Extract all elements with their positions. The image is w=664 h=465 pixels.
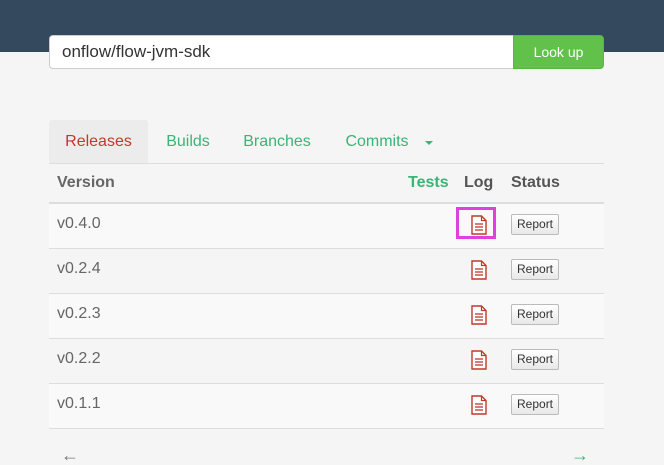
document-icon[interactable]	[471, 305, 487, 325]
tab-commits[interactable]: Commits	[339, 120, 415, 163]
report-button[interactable]: Report	[511, 304, 560, 325]
document-icon[interactable]	[471, 395, 487, 415]
document-icon[interactable]	[471, 350, 487, 370]
report-button[interactable]: Report	[511, 259, 560, 280]
tab-branches[interactable]: Branches	[237, 120, 317, 163]
table-row: v0.2.2 Report	[49, 339, 604, 384]
table-row: v0.4.0 Report	[49, 204, 604, 249]
release-version: v0.2.2	[57, 350, 101, 367]
table-row: v0.1.1 Report	[49, 384, 604, 429]
look-up-button[interactable]: Look up	[513, 35, 604, 69]
tab-bar: Releases Builds Branches Commits	[49, 120, 604, 164]
report-button[interactable]: Report	[511, 214, 560, 235]
chevron-down-icon[interactable]	[425, 141, 433, 145]
document-icon[interactable]	[471, 215, 487, 235]
table-row: v0.2.4 Report	[49, 249, 604, 294]
next-page-arrow-icon[interactable]: →	[571, 446, 589, 464]
table-header: Version Tests Log Status	[49, 164, 604, 204]
column-header-version: Version	[57, 174, 115, 191]
release-version: v0.1.1	[57, 395, 101, 412]
column-header-tests[interactable]: Tests	[408, 164, 449, 202]
release-version: v0.4.0	[57, 215, 101, 232]
tab-releases[interactable]: Releases	[49, 120, 148, 163]
report-button[interactable]: Report	[511, 394, 560, 415]
document-icon[interactable]	[471, 260, 487, 280]
report-button[interactable]: Report	[511, 349, 560, 370]
column-header-log: Log	[464, 174, 494, 191]
previous-page-arrow-icon[interactable]: ←	[61, 446, 79, 464]
repository-search-input[interactable]	[49, 35, 513, 69]
release-version: v0.2.3	[57, 305, 101, 322]
release-version: v0.2.4	[57, 260, 101, 277]
tab-builds[interactable]: Builds	[160, 120, 216, 163]
column-header-status: Status	[511, 174, 560, 191]
table-row: v0.2.3 Report	[49, 294, 604, 339]
